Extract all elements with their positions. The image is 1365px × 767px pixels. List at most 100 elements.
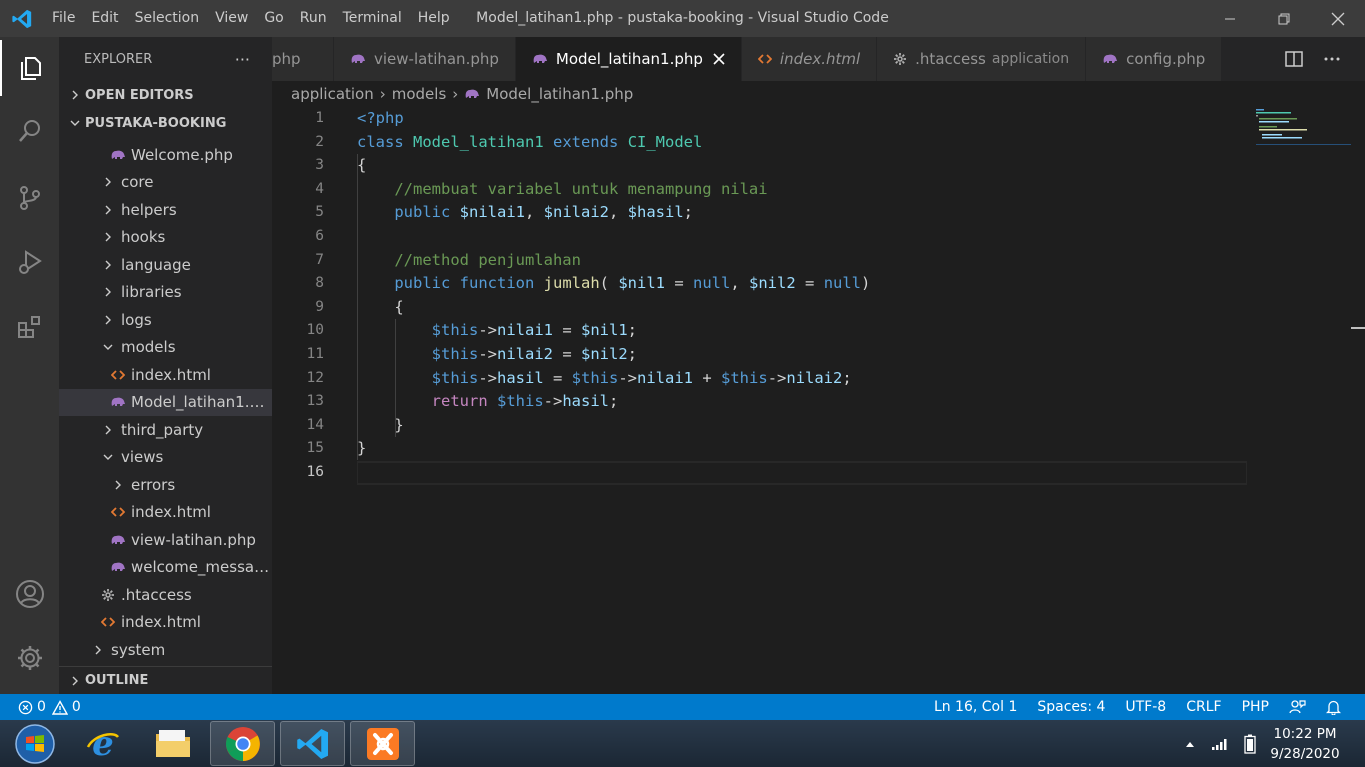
code-line[interactable]: class Model_latihan1 extends CI_Model	[357, 131, 1247, 155]
tab[interactable]: config.php	[1086, 37, 1223, 81]
tree-file[interactable]: index.html	[59, 361, 272, 389]
tree-file[interactable]: welcome_message.php	[59, 554, 272, 582]
start-button[interactable]	[0, 720, 70, 767]
tree-file[interactable]: Model_latihan1.php	[59, 388, 272, 416]
menu-edit[interactable]: Edit	[83, 0, 126, 37]
tree-file[interactable]: .htaccess	[59, 581, 272, 609]
explorer-more-button[interactable]: ···	[235, 50, 250, 69]
settings-gear-icon[interactable]	[0, 630, 59, 686]
indentation[interactable]: Spaces: 4	[1027, 699, 1115, 715]
menu-file[interactable]: File	[44, 0, 83, 37]
tree-folder[interactable]: models	[59, 334, 272, 362]
run-debug-icon[interactable]	[0, 234, 59, 290]
tab[interactable]: .htaccess application	[877, 37, 1087, 81]
line-number: 9	[315, 298, 324, 315]
internet-explorer-icon[interactable]: e	[70, 721, 135, 766]
taskbar-clock[interactable]: 10:22 PM 9/28/2020	[1265, 724, 1345, 764]
extensions-icon[interactable]	[0, 299, 59, 355]
code-line[interactable]: //membuat variabel untuk menampung nilai	[357, 178, 1247, 202]
code-line[interactable]: //method penjumlahan	[357, 249, 1247, 273]
menu-help[interactable]: Help	[410, 0, 458, 37]
tree-folder[interactable]: libraries	[59, 279, 272, 307]
code-line[interactable]: {	[357, 296, 1247, 320]
tab[interactable]: view-latihan.php	[334, 37, 516, 81]
account-icon[interactable]	[0, 566, 59, 622]
split-editor-icon[interactable]	[1275, 37, 1313, 81]
menu-view[interactable]: View	[207, 0, 256, 37]
tree-file[interactable]: index.html	[59, 499, 272, 527]
code-line[interactable]: public function jumlah( $nil1 = null, $n…	[357, 272, 1247, 296]
chrome-icon[interactable]	[210, 721, 275, 766]
menu-go[interactable]: Go	[256, 0, 291, 37]
code-line[interactable]: {	[357, 154, 1247, 178]
problems-indicator[interactable]: 0 0	[18, 699, 91, 715]
tree-file[interactable]: Welcome.php	[59, 141, 272, 169]
minimap[interactable]	[1256, 107, 1351, 147]
project-section[interactable]: PUSTAKA-BOOKING	[59, 109, 272, 137]
battery-icon[interactable]	[1235, 734, 1265, 754]
notifications-bell-icon[interactable]	[1316, 699, 1351, 715]
menu-terminal[interactable]: Terminal	[335, 0, 410, 37]
encoding[interactable]: UTF-8	[1115, 699, 1176, 715]
file-explorer-icon[interactable]	[140, 721, 205, 766]
tree-folder[interactable]: views	[59, 444, 272, 472]
tree-item-label: libraries	[121, 283, 182, 302]
code-line[interactable]: <?php	[357, 107, 1247, 131]
code-line[interactable]: }	[357, 414, 1247, 438]
current-code-line[interactable]	[357, 460, 1247, 485]
code-line[interactable]: public $nilai1, $nilai2, $hasil;	[357, 201, 1247, 225]
cursor-position[interactable]: Ln 16, Col 1	[924, 699, 1027, 715]
menu-run[interactable]: Run	[292, 0, 335, 37]
tree-folder[interactable]: system	[59, 636, 272, 664]
tab-label: view-latihan.php	[374, 50, 499, 68]
chevron-right-icon	[97, 287, 119, 297]
tree-folder[interactable]: hooks	[59, 224, 272, 252]
tree-item-label: helpers	[121, 200, 177, 219]
code-line[interactable]	[357, 225, 1247, 249]
open-editors-section[interactable]: OPEN EDITORS	[59, 81, 272, 109]
code-line[interactable]: $this->nilai1 = $nil1;	[357, 319, 1247, 343]
code-line[interactable]: $this->hasil = $this->nilai1 + $this->ni…	[357, 367, 1247, 391]
menu-selection[interactable]: Selection	[127, 0, 208, 37]
vertical-scrollbar[interactable]	[1351, 107, 1365, 694]
breadcrumb-file[interactable]: Model_latihan1.php	[486, 85, 633, 103]
show-hidden-icons-icon[interactable]	[1175, 740, 1205, 748]
tab-active[interactable]: Model_latihan1.php	[515, 37, 742, 81]
close-window-button[interactable]	[1311, 0, 1365, 37]
line-number: 1	[315, 110, 324, 126]
tab[interactable]: index.html	[741, 37, 878, 81]
tree-folder[interactable]: core	[59, 169, 272, 197]
code-line[interactable]: $this->nilai2 = $nil2;	[357, 343, 1247, 367]
chevron-right-icon	[65, 676, 85, 686]
tree-folder[interactable]: logs	[59, 306, 272, 334]
search-icon[interactable]	[0, 103, 59, 159]
tree-folder[interactable]: helpers	[59, 196, 272, 224]
breadcrumb-item[interactable]: models	[392, 85, 447, 103]
tree-folder[interactable]: third_party	[59, 416, 272, 444]
tree-folder[interactable]: errors	[59, 471, 272, 499]
vscode-taskbar-icon[interactable]	[280, 721, 345, 766]
xampp-icon[interactable]	[350, 721, 415, 766]
breadcrumb-item[interactable]: application	[291, 85, 374, 103]
explorer-icon[interactable]	[0, 40, 59, 96]
outline-section[interactable]: OUTLINE	[59, 666, 272, 694]
line-number: 14	[306, 416, 324, 433]
tab[interactable]: php	[272, 37, 334, 81]
source-control-icon[interactable]	[0, 170, 59, 226]
tree-file[interactable]: view-latihan.php	[59, 526, 272, 554]
code-content[interactable]: <?php class Model_latihan1 extends CI_Mo…	[357, 107, 1247, 485]
code-line[interactable]: }	[357, 437, 1247, 461]
minimize-button[interactable]	[1203, 0, 1257, 37]
error-count: 0	[37, 699, 46, 715]
tree-folder[interactable]: language	[59, 251, 272, 279]
close-icon[interactable]	[713, 50, 725, 69]
more-actions-icon[interactable]	[1313, 37, 1351, 81]
network-signal-icon[interactable]	[1205, 737, 1235, 751]
restore-button[interactable]	[1257, 0, 1311, 37]
feedback-icon[interactable]	[1279, 699, 1316, 715]
tree-file[interactable]: index.html	[59, 609, 272, 637]
line-ending[interactable]: CRLF	[1176, 699, 1231, 715]
code-editor[interactable]: 1 2 3 4 5 6 7 8 9 10 11 12 13 14 15 16 <?php class Mode…	[272, 107, 1365, 694]
code-line[interactable]: return $this->hasil;	[357, 390, 1247, 414]
language-mode[interactable]: PHP	[1232, 699, 1279, 715]
